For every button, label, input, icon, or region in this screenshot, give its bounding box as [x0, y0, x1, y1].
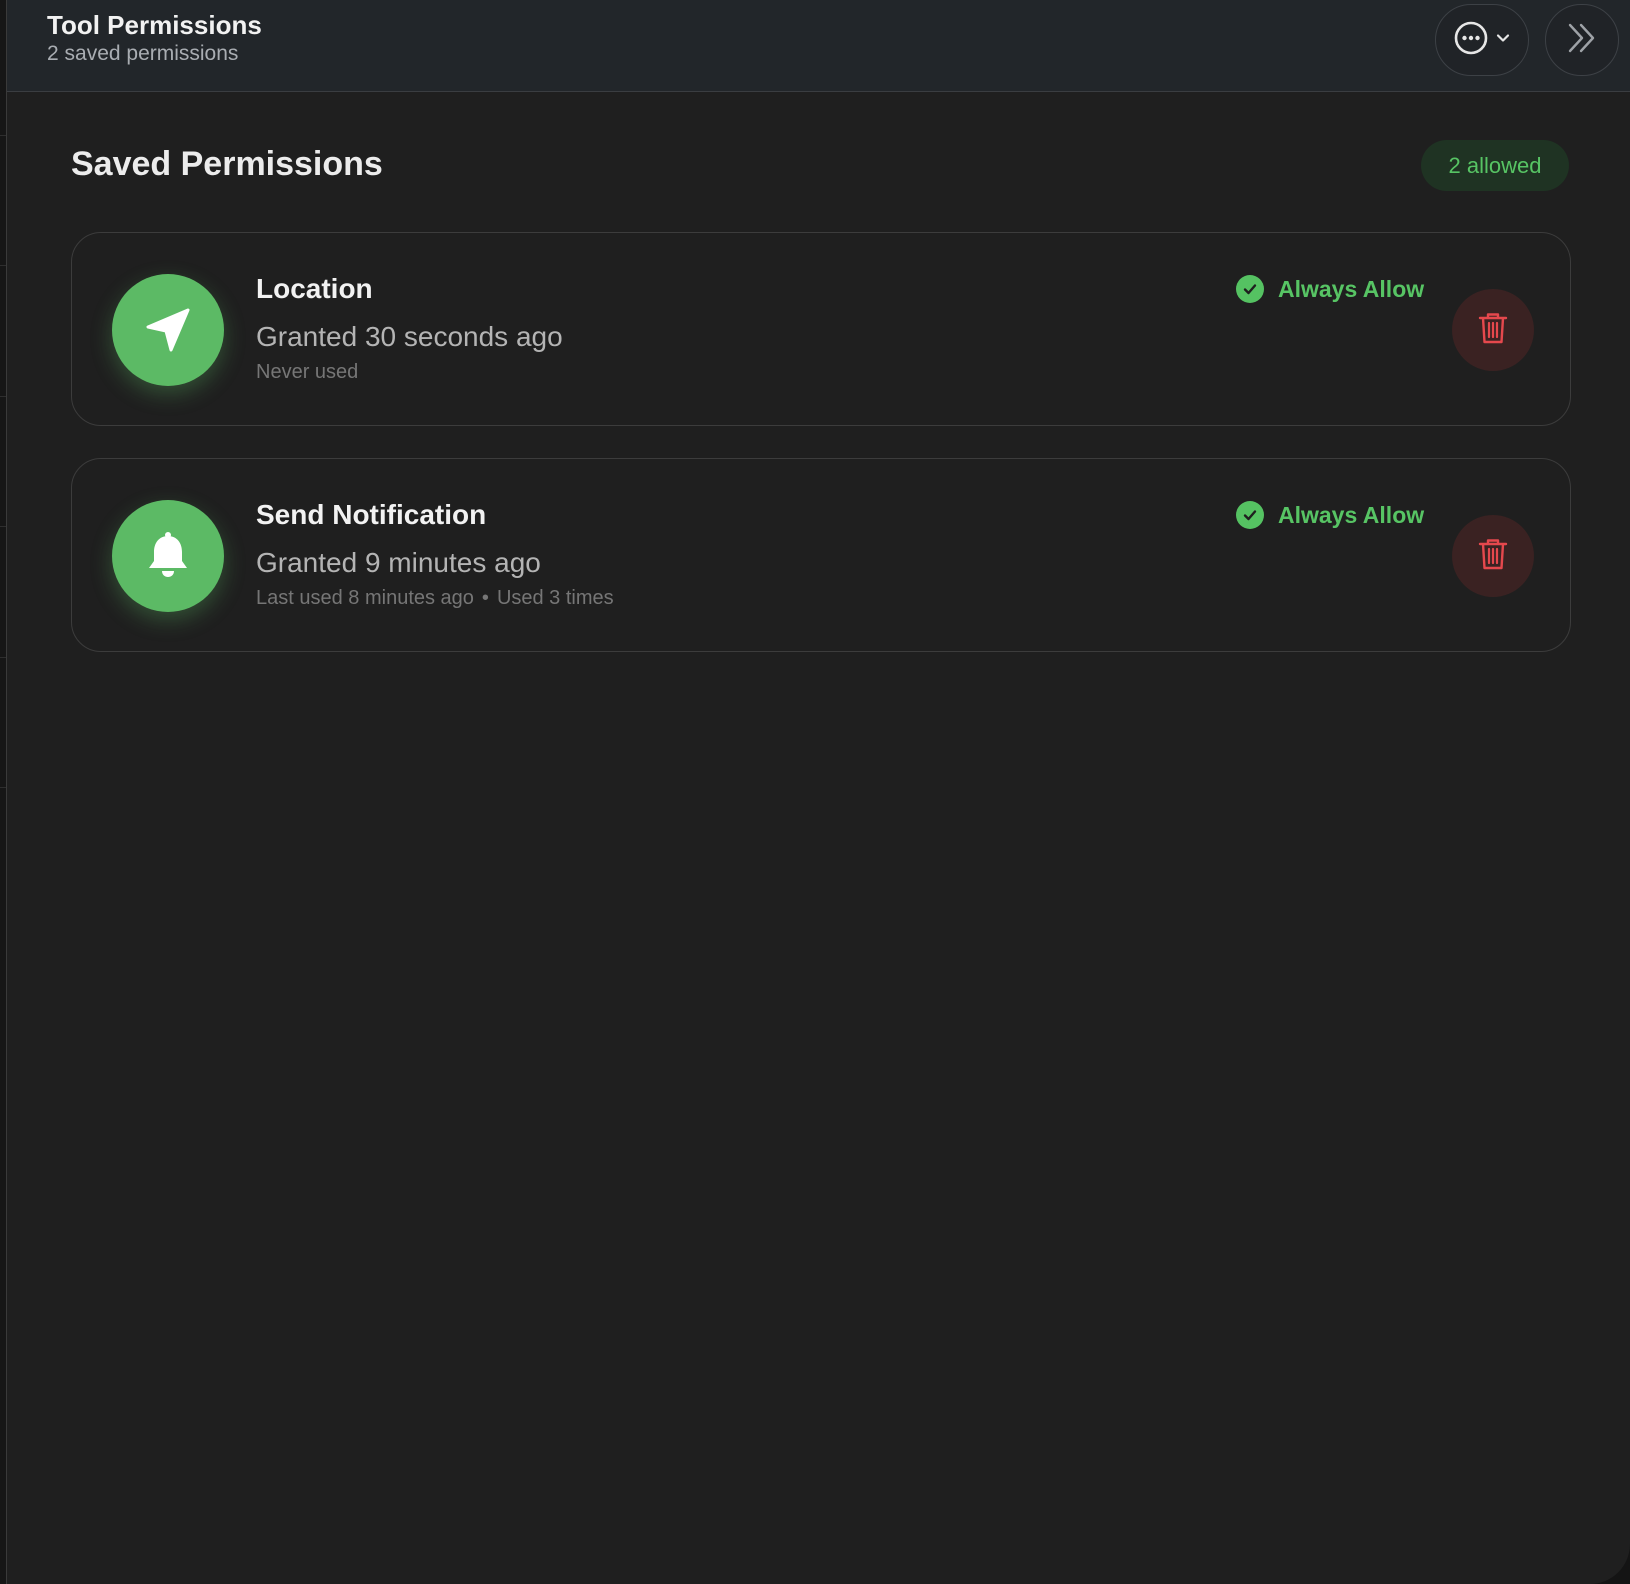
permission-granted-time: Granted 9 minutes ago: [256, 547, 541, 578]
status-label: Always Allow: [1278, 501, 1425, 528]
allowed-count-badge: 2 allowed: [1421, 140, 1569, 191]
delete-permission-button[interactable]: [1452, 289, 1534, 371]
trash-icon: [1476, 310, 1510, 351]
more-options-button[interactable]: [1435, 4, 1529, 76]
status-label: Always Allow: [1278, 275, 1425, 302]
check-circle-icon: [1236, 501, 1264, 529]
panel-subtitle: 2 saved permissions: [47, 42, 239, 65]
separator-dot: •: [481, 587, 489, 609]
collapse-panel-button[interactable]: [1545, 4, 1619, 76]
permission-name: Location: [256, 273, 373, 304]
usage-text: Last used 8 minutes ago: [256, 587, 474, 609]
permission-usage: Last used 8 minutes ago • Used 3 times: [256, 587, 614, 610]
delete-permission-button[interactable]: [1452, 515, 1534, 597]
double-chevron-right-icon: [1564, 20, 1600, 61]
permission-status: Always Allow: [1236, 501, 1424, 529]
panel-title: Tool Permissions: [47, 10, 262, 40]
usage-text: Never used: [256, 361, 359, 383]
permission-name: Send Notification: [256, 499, 487, 530]
tool-permissions-panel: Tool Permissions 2 saved permissions Sav…: [6, 0, 1630, 1584]
chevron-down-icon: [1495, 30, 1511, 51]
location-arrow-icon: [112, 274, 224, 386]
permission-card-send-notification: Send Notification Granted 9 minutes ago …: [71, 458, 1571, 652]
section-title: Saved Permissions: [71, 145, 383, 183]
ellipsis-circle-icon: [1453, 20, 1489, 61]
bell-icon: [112, 500, 224, 612]
trash-icon: [1476, 536, 1510, 577]
usage-count: Used 3 times: [496, 587, 614, 609]
permission-card-location: Location Granted 30 seconds ago Never us…: [71, 232, 1571, 426]
permission-status: Always Allow: [1236, 275, 1424, 303]
check-circle-icon: [1236, 275, 1264, 303]
permission-usage: Never used: [256, 361, 358, 384]
panel-header: Tool Permissions 2 saved permissions: [7, 0, 1630, 92]
permission-granted-time: Granted 30 seconds ago: [256, 321, 563, 352]
